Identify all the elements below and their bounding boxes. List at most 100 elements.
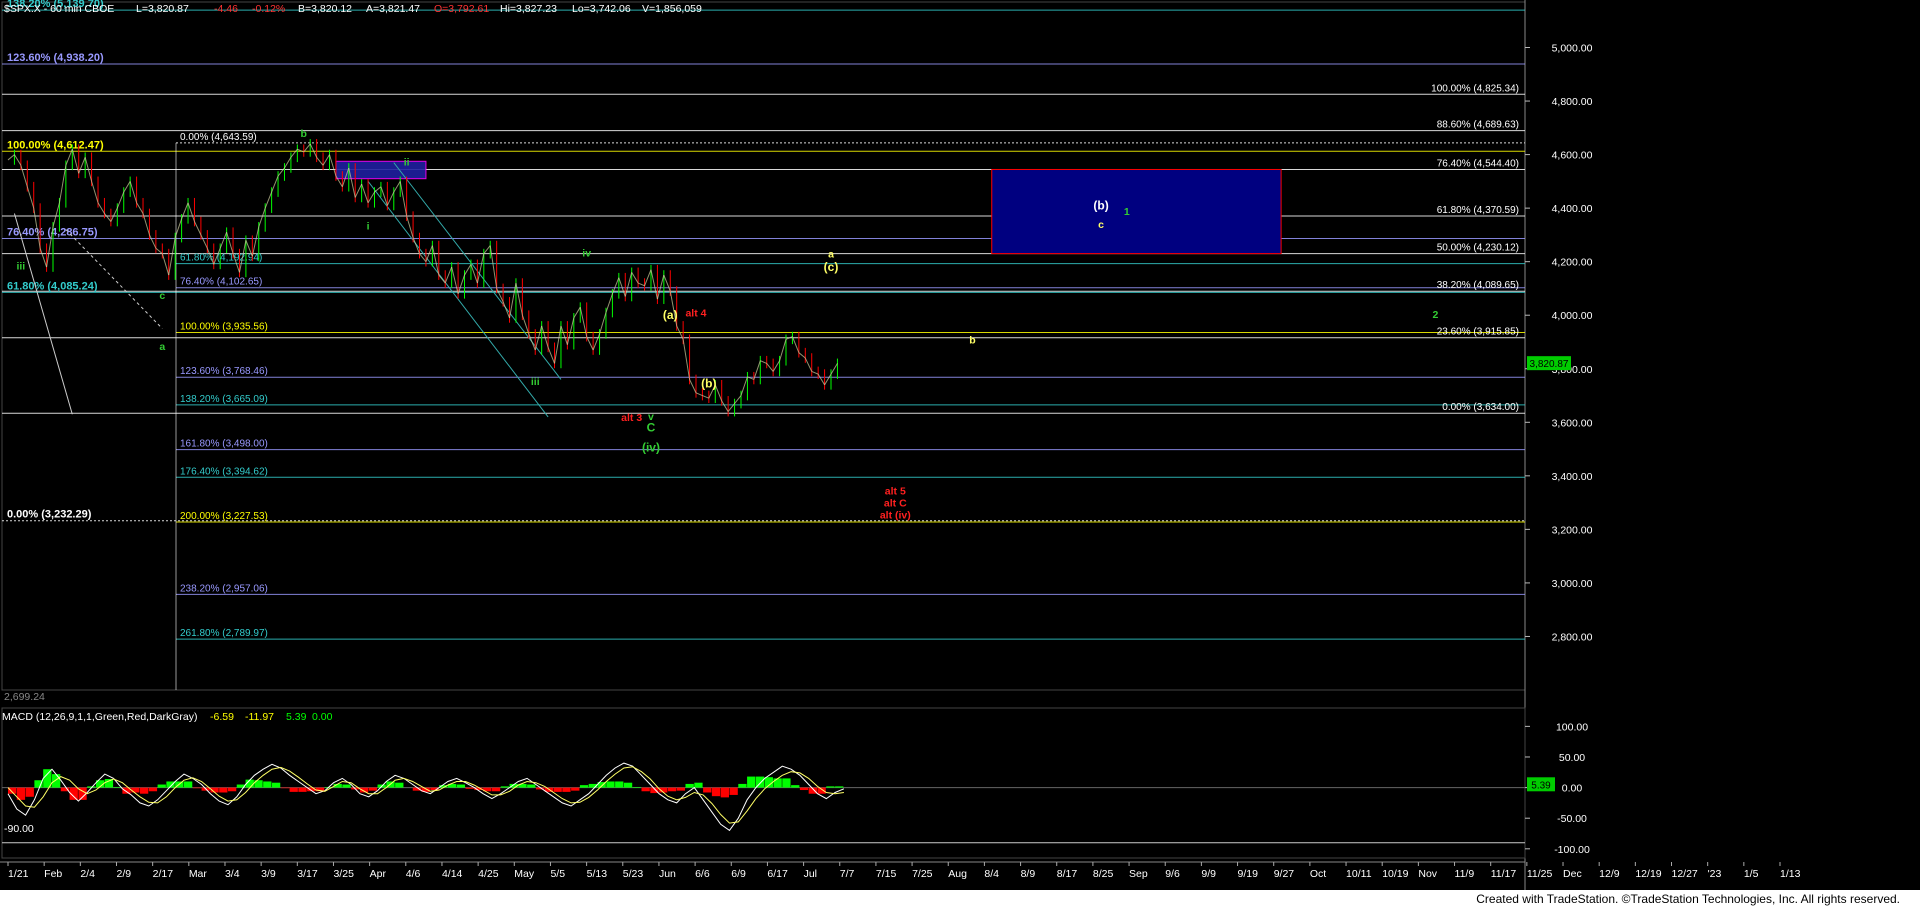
wave-label-21: 2	[1432, 309, 1438, 321]
footer-bar: Created with TradeStation. ©TradeStation…	[0, 890, 1920, 912]
x-tick-label-12: 4/14	[442, 868, 463, 880]
macd-value-4: 0.00	[312, 711, 333, 723]
x-tick-label-27: 8/4	[984, 868, 999, 880]
wave-label-2: a	[159, 341, 165, 353]
macd-hist-bar-2	[25, 787, 34, 797]
header-change: -4.46	[214, 3, 238, 15]
y-tick-label-9: 4,600.00	[1552, 150, 1593, 162]
wave-label-6: iii	[531, 376, 540, 388]
x-tick-label-1: Feb	[44, 868, 62, 880]
macd-hist-bar-33	[298, 787, 307, 792]
wave-label-13: C	[647, 421, 656, 435]
macd-hist-bar-5	[51, 774, 61, 788]
x-tick-label-24: 7/15	[876, 868, 897, 880]
header-ask: A=3,821.47	[366, 3, 420, 15]
y-tick-label-7: 4,200.00	[1552, 257, 1593, 269]
macd-hist-bar-92	[817, 787, 826, 794]
macd-hist-bar-90	[799, 787, 809, 791]
macd-hist-bar-64	[571, 787, 580, 791]
fib-label-24: 261.80% (2,789.97)	[180, 628, 268, 639]
x-tick-label-42: 11/25	[1527, 868, 1553, 880]
y-tick-label-2: 3,200.00	[1552, 524, 1593, 536]
macd-y-tick-label-0: 100.00	[1556, 721, 1588, 733]
wave-label-5: i	[367, 221, 370, 233]
fib-label-1: 123.60% (4,938.20)	[7, 52, 104, 64]
fib-label-11: 76.40% (4,102.65)	[180, 277, 262, 288]
macd-hist-bar-51	[456, 784, 466, 788]
x-tick-label-14: May	[514, 868, 535, 880]
fib-label-7: 61.80% (4,370.59)	[1437, 205, 1519, 216]
x-tick-label-30: 8/25	[1093, 868, 1114, 880]
x-tick-label-39: Nov	[1418, 868, 1437, 880]
fib-label-12: 38.20% (4,089.65)	[1437, 280, 1519, 291]
macd-hist-bar-72	[641, 787, 650, 792]
macd-hist-bar-17	[157, 784, 166, 788]
y-tick-label-10: 4,800.00	[1552, 96, 1593, 108]
macd-y-tick-label-3: -50.00	[1557, 813, 1587, 825]
target-box	[991, 168, 1282, 255]
x-tick-label-16: 5/13	[587, 868, 608, 880]
fib-label-3: 88.60% (4,689.63)	[1437, 120, 1519, 131]
fib-label-17: 138.20% (3,665.09)	[180, 394, 268, 405]
macd-hist-bar-89	[791, 785, 800, 788]
header-last: L=3,820.87	[136, 3, 189, 15]
macd-hist-bar-56	[500, 786, 510, 788]
y-tick-label-1: 3,000.00	[1552, 578, 1593, 590]
macd-title: MACD (12,26,9,1,1,Green,Red,DarkGray)	[2, 711, 198, 723]
x-tick-label-10: Apr	[370, 868, 387, 880]
x-tick-label-49: 1/13	[1780, 868, 1801, 880]
fib-label-5: 100.00% (4,612.47)	[7, 139, 104, 151]
macd-hist-bar-55	[491, 787, 501, 792]
fib-label-14: 100.00% (3,935.56)	[180, 321, 268, 332]
macd-hist-bar-87	[773, 778, 782, 788]
wave-label-7: iv	[582, 247, 591, 259]
x-tick-label-37: 10/11	[1346, 868, 1372, 880]
x-tick-label-20: 6/9	[731, 868, 746, 880]
macd-hist-bar-79	[703, 787, 712, 793]
macd-hist-bar-52	[465, 787, 474, 789]
x-tick-label-45: 12/19	[1635, 868, 1661, 880]
macd-value-1: -6.59	[210, 711, 234, 723]
tradestation-credit: Created with TradeStation. ©TradeStation…	[1476, 892, 1900, 906]
x-tick-label-0: 1/21	[8, 868, 29, 880]
macd-hist-bar-65	[579, 785, 589, 788]
macd-hist-bar-31	[280, 787, 290, 789]
macd-value-3: 5.39	[286, 711, 307, 723]
macd-y-tick-label-1: 50.00	[1559, 752, 1585, 764]
macd-hist-bar-83	[738, 783, 747, 788]
chart-background	[0, 0, 1920, 890]
macd-hist-bar-25	[227, 787, 237, 792]
macd-hist-bar-84	[747, 776, 756, 788]
macd-hist-bar-70	[623, 782, 633, 788]
macd-hist-bar-21	[192, 787, 202, 789]
wave-label-11: alt 3	[621, 412, 642, 424]
fib-label-15: 23.60% (3,915.85)	[1437, 327, 1519, 338]
x-tick-label-11: 4/6	[406, 868, 421, 880]
header-volume: V=1,856,059	[642, 3, 702, 15]
wave-label-15: a	[828, 249, 834, 261]
x-tick-label-26: Aug	[948, 868, 967, 880]
x-tick-label-48: 1/5	[1744, 868, 1759, 880]
fib-label-6: 76.40% (4,544.40)	[1437, 158, 1519, 169]
x-tick-label-22: Jul	[804, 868, 817, 880]
chart-canvas: 138.20% (5,139.70)123.60% (4,938.20)100.…	[0, 0, 1920, 890]
fib-label-18: 0.00% (3,634.00)	[1442, 402, 1519, 413]
x-tick-label-32: 9/6	[1165, 868, 1180, 880]
fib-label-13: 61.80% (4,085.24)	[7, 280, 98, 292]
wave-label-0: iii	[16, 261, 25, 273]
x-tick-label-33: 9/9	[1201, 868, 1216, 880]
x-tick-label-47: '23	[1708, 868, 1722, 880]
fib-label-19: 161.80% (3,498.00)	[180, 439, 268, 450]
header-symbol: $SPX.X - 60 min CBOE	[4, 3, 114, 15]
x-tick-label-41: 11/17	[1491, 868, 1517, 880]
macd-last-label: 5.39	[1531, 780, 1551, 791]
x-tick-label-36: Oct	[1310, 868, 1326, 880]
x-tick-label-4: 2/17	[153, 868, 174, 880]
y-tick-label-8: 4,400.00	[1552, 203, 1593, 215]
macd-hist-bar-69	[615, 781, 624, 788]
fib-label-9: 50.00% (4,230.12)	[1437, 243, 1519, 254]
macd-hist-bar-30	[271, 782, 281, 788]
fib-label-21: 0.00% (3,232.29)	[7, 509, 92, 521]
fib-label-10: 61.80% (4,192.94)	[180, 253, 262, 264]
x-tick-label-46: 12/27	[1672, 868, 1698, 880]
